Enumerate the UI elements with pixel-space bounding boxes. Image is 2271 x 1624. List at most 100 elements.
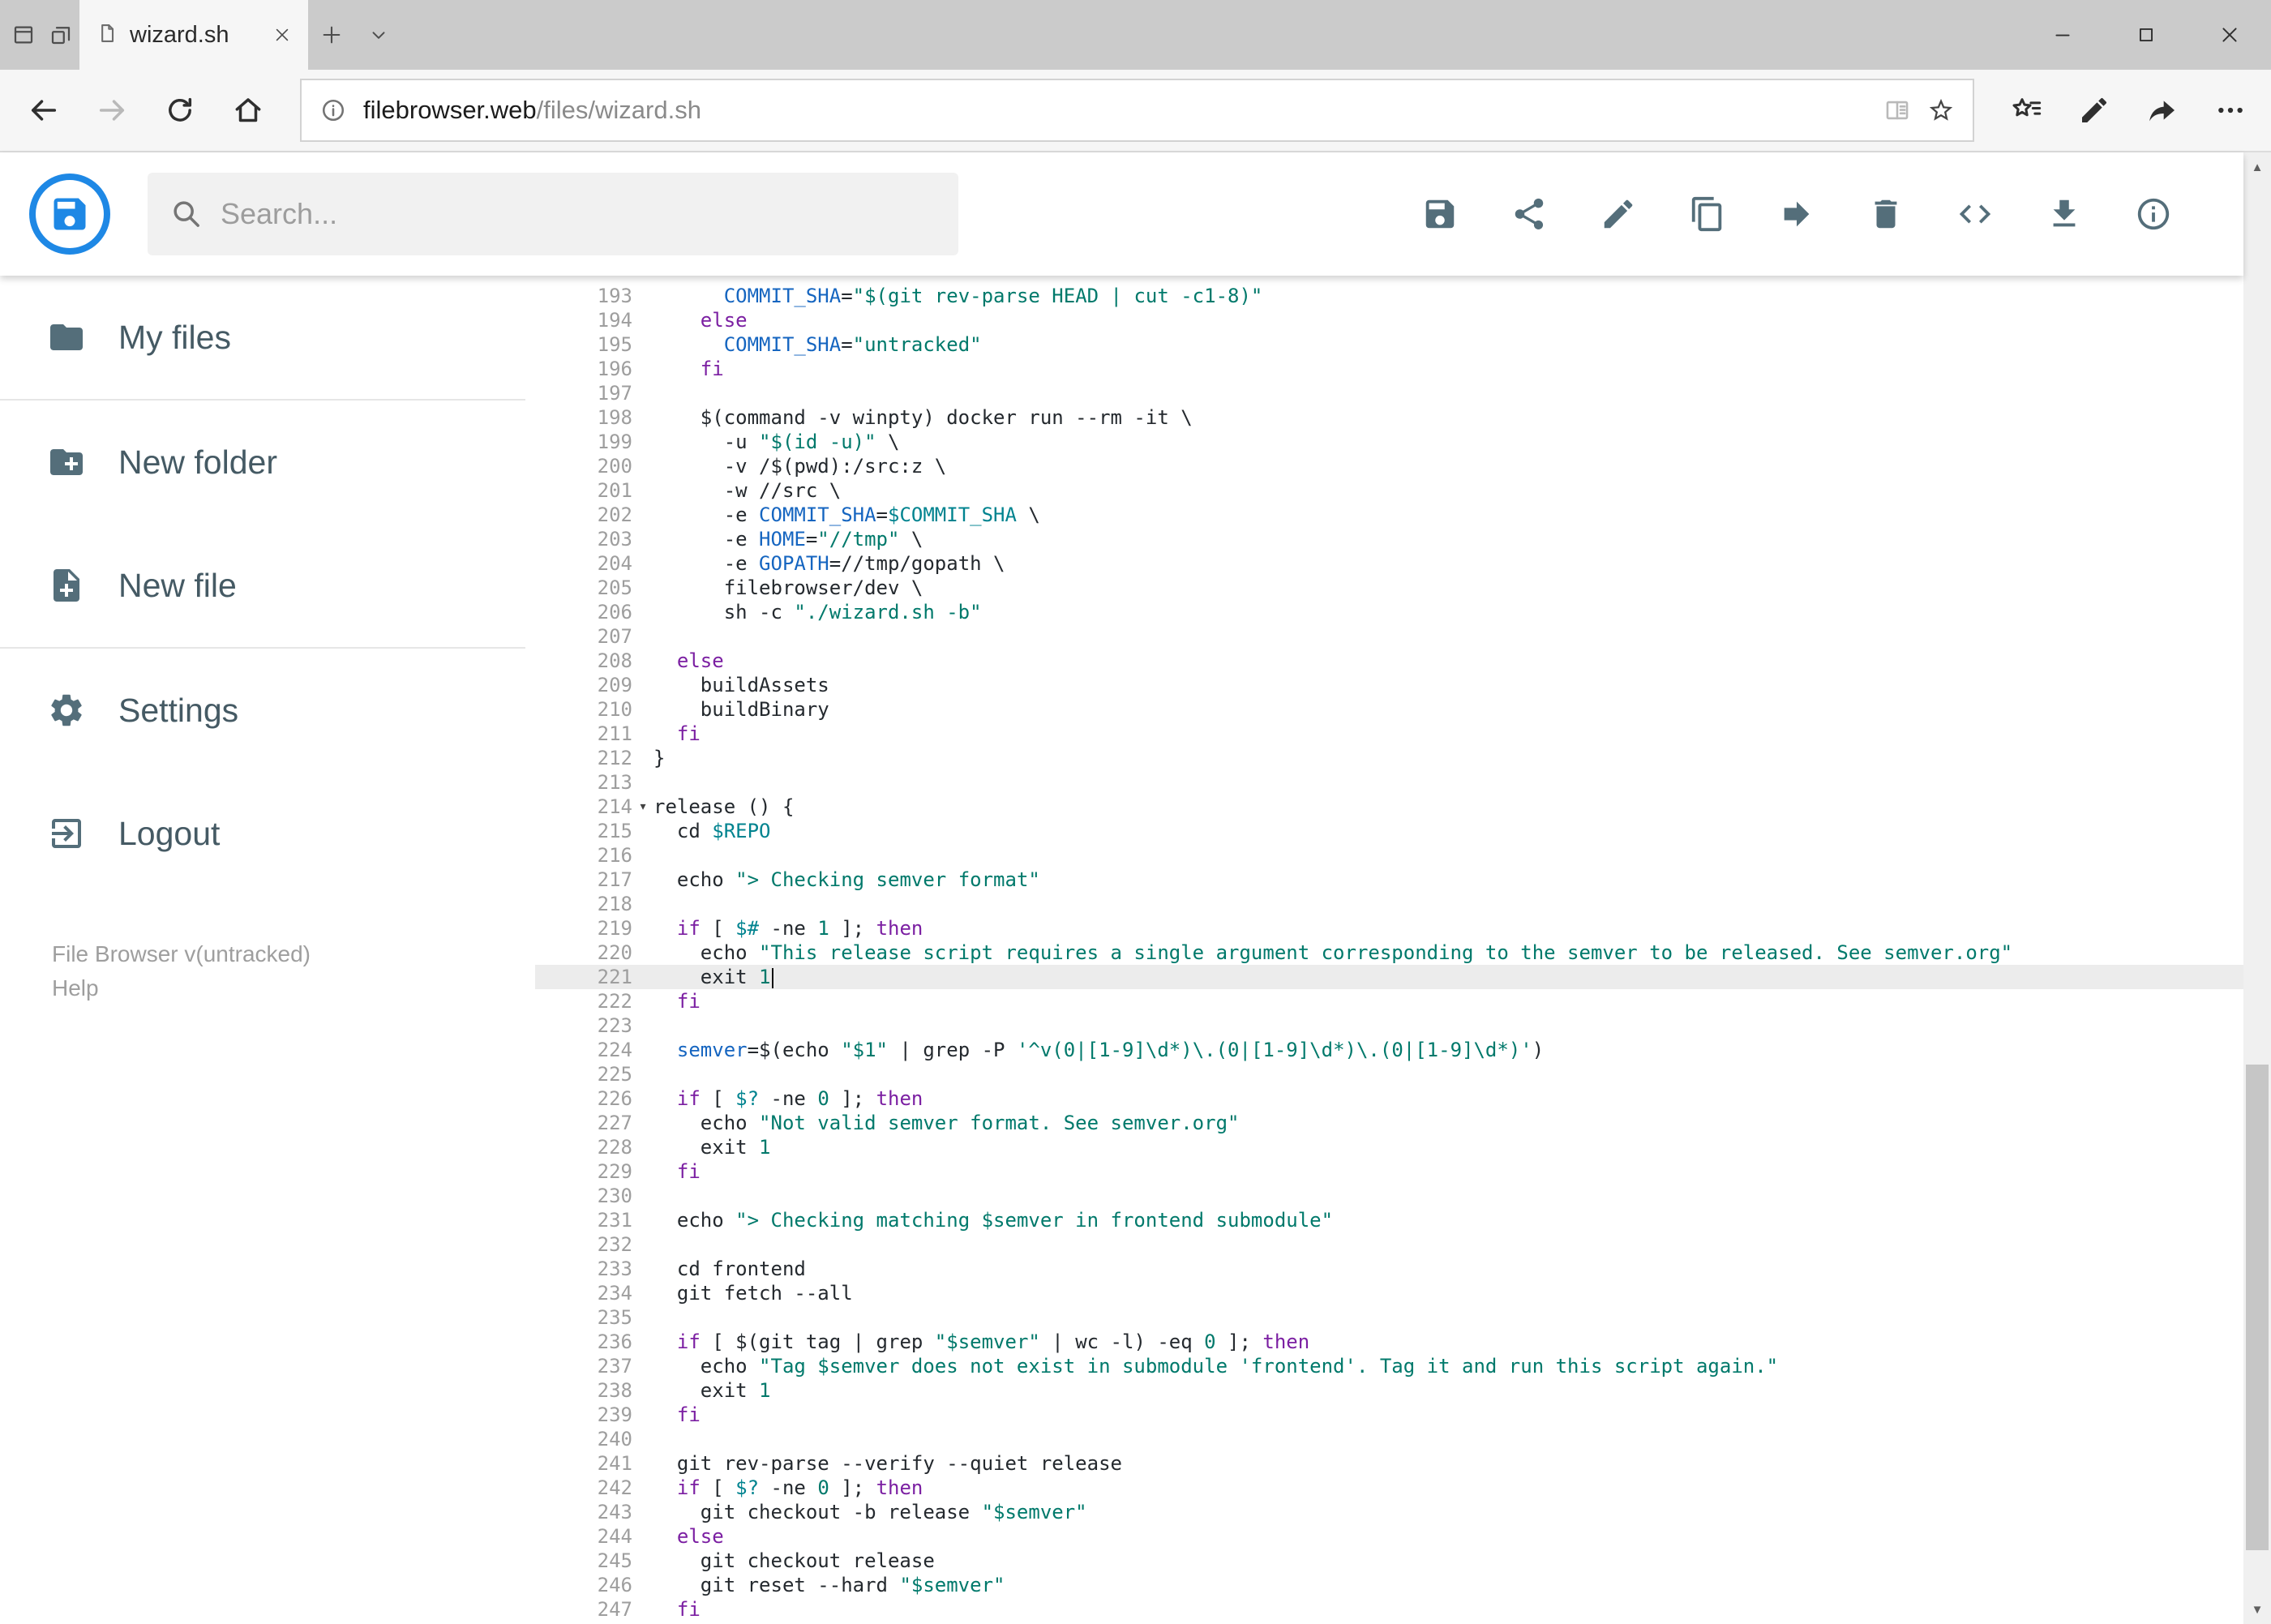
code-line[interactable]: 208 else [535,649,2243,673]
code-line[interactable]: 233 cd frontend [535,1257,2243,1281]
search-input[interactable] [221,197,936,231]
sidebar-item-new-file[interactable]: New file [0,524,535,647]
code-line[interactable]: 198 $(command -v winpty) docker run --rm… [535,405,2243,430]
code-line[interactable]: 230 [535,1184,2243,1208]
code-line[interactable]: 207 [535,624,2243,649]
web-note-pen-icon[interactable] [2060,75,2128,146]
code-line[interactable]: 210 buildBinary [535,697,2243,722]
scroll-up-icon[interactable]: ▲ [2243,152,2271,182]
code-line[interactable]: 242 if [ $? -ne 0 ]; then [535,1476,2243,1500]
code-line[interactable]: 205 filebrowser/dev \ [535,576,2243,600]
code-line[interactable]: 214 ▾ release () { [535,795,2243,819]
code-line[interactable]: 223 [535,1013,2243,1038]
site-info-icon[interactable] [311,88,355,132]
code-line[interactable]: 225 [535,1062,2243,1086]
code-line[interactable]: 235 [535,1305,2243,1330]
code-line[interactable]: 195 COMMIT_SHA="untracked" [535,332,2243,357]
info-icon[interactable] [2135,195,2172,233]
code-line[interactable]: 221 exit 1 [535,965,2243,989]
back-icon[interactable] [10,75,78,146]
code-line[interactable]: 234 git fetch --all [535,1281,2243,1305]
code-line[interactable]: 194 else [535,308,2243,332]
code-line[interactable]: 228 exit 1 [535,1135,2243,1159]
close-button[interactable] [2187,0,2271,70]
code-line[interactable]: 237 echo "Tag $semver does not exist in … [535,1354,2243,1378]
set-tabs-aside-icon[interactable] [42,0,79,70]
code-line[interactable]: 200 -v /$(pwd):/src:z \ [535,454,2243,478]
code-line[interactable]: 202 -e COMMIT_SHA=$COMMIT_SHA \ [535,503,2243,527]
code-line[interactable]: 240 [535,1427,2243,1451]
code-line[interactable]: 206 sh -c "./wizard.sh -b" [535,600,2243,624]
hub-favorites-icon[interactable] [1992,75,2060,146]
raw-code-icon[interactable] [1956,195,1994,233]
code-line[interactable]: 213 [535,770,2243,795]
code-line[interactable]: 218 [535,892,2243,916]
delete-trash-icon[interactable] [1867,195,1905,233]
fold-marker-icon[interactable]: ▾ [632,795,653,819]
home-icon[interactable] [214,75,282,146]
forward-icon[interactable] [78,75,146,146]
code-line[interactable]: 193 COMMIT_SHA="$(git rev-parse HEAD | c… [535,284,2243,308]
code-line[interactable]: 196 fi [535,357,2243,381]
code-line[interactable]: 246 git reset --hard "$semver" [535,1573,2243,1597]
code-line[interactable]: 229 fi [535,1159,2243,1184]
save-icon[interactable] [1421,195,1459,233]
favorite-star-icon[interactable] [1919,88,1963,132]
filebrowser-logo[interactable] [29,174,110,255]
sidebar-item-my-files[interactable]: My files [0,276,535,399]
move-arrow-icon[interactable] [1778,195,1815,233]
page-scrollbar[interactable]: ▲ ▼ [2243,152,2271,1624]
address-bar[interactable]: filebrowser.web/files/wizard.sh [300,79,1974,142]
refresh-icon[interactable] [146,75,214,146]
code-line[interactable]: 238 exit 1 [535,1378,2243,1403]
download-icon[interactable] [2046,195,2083,233]
code-line[interactable]: 212} [535,746,2243,770]
chevron-down-icon[interactable] [355,0,402,70]
code-line[interactable]: 199 -u "$(id -u)" \ [535,430,2243,454]
sidebar-item-logout[interactable]: Logout [0,772,535,895]
scrollbar-thumb[interactable] [2246,1065,2269,1551]
code-line[interactable]: 220 echo "This release script requires a… [535,941,2243,965]
code-line[interactable]: 197 [535,381,2243,405]
reading-view-icon[interactable] [1875,88,1919,132]
help-link[interactable]: Help [52,971,535,1005]
code-line[interactable]: 239 fi [535,1403,2243,1427]
rename-pencil-icon[interactable] [1600,195,1637,233]
code-line[interactable]: 204 -e GOPATH=//tmp/gopath \ [535,551,2243,576]
search-box[interactable] [148,173,958,255]
code-line[interactable]: 209 buildAssets [535,673,2243,697]
code-line[interactable]: 241 git rev-parse --verify --quiet relea… [535,1451,2243,1476]
code-line[interactable]: 217 echo "> Checking semver format" [535,868,2243,892]
code-line[interactable]: 236 if [ $(git tag | grep "$semver" | wc… [535,1330,2243,1354]
minimize-button[interactable] [2020,0,2104,70]
code-line[interactable]: 231 echo "> Checking matching $semver in… [535,1208,2243,1232]
code-editor[interactable]: 193 COMMIT_SHA="$(git rev-parse HEAD | c… [535,276,2243,1624]
copy-icon[interactable] [1689,195,1726,233]
maximize-button[interactable] [2104,0,2187,70]
browser-tab[interactable]: wizard.sh [79,0,308,70]
code-line[interactable]: 222 fi [535,989,2243,1013]
code-line[interactable]: 232 [535,1232,2243,1257]
code-line[interactable]: 216 [535,843,2243,868]
code-line[interactable]: 243 git checkout -b release "$semver" [535,1500,2243,1524]
tabs-preview-icon[interactable] [5,0,42,70]
code-line[interactable]: 211 fi [535,722,2243,746]
code-line[interactable]: 219 if [ $# -ne 1 ]; then [535,916,2243,941]
code-line[interactable]: 244 else [535,1524,2243,1549]
new-tab-button[interactable] [308,0,355,70]
code-line[interactable]: 227 echo "Not valid semver format. See s… [535,1111,2243,1135]
code-line[interactable]: 247 fi [535,1597,2243,1622]
share-file-icon[interactable] [1510,195,1548,233]
code-line[interactable]: 215 cd $REPO [535,819,2243,843]
sidebar-item-settings[interactable]: Settings [0,649,535,772]
scroll-down-icon[interactable]: ▼ [2243,1595,2271,1624]
more-options-icon[interactable] [2196,75,2265,146]
tab-close-icon[interactable] [266,19,298,51]
code-line[interactable]: 226 if [ $? -ne 0 ]; then [535,1086,2243,1111]
sidebar-item-new-folder[interactable]: New folder [0,401,535,524]
code-line[interactable]: 245 git checkout release [535,1549,2243,1573]
code-line[interactable]: 201 -w //src \ [535,478,2243,503]
code-line[interactable]: 203 -e HOME="//tmp" \ [535,527,2243,551]
share-icon[interactable] [2128,75,2196,146]
code-line[interactable]: 224 semver=$(echo "$1" | grep -P '^v(0|[… [535,1038,2243,1062]
